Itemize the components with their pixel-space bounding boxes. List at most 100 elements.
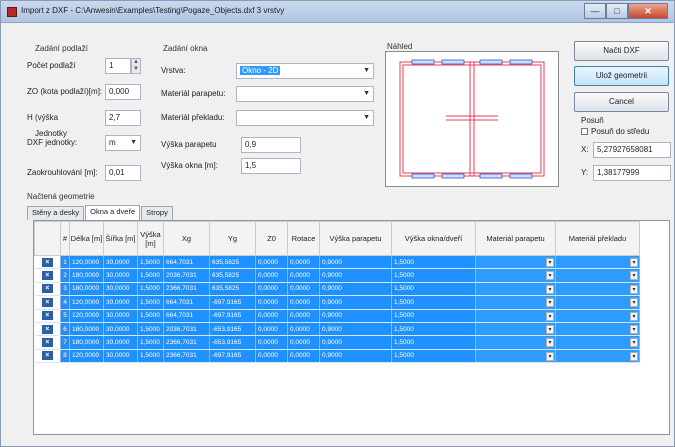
storey-count-spinner[interactable]: ▲ ▼ bbox=[131, 58, 141, 74]
table-cell[interactable]: 2366,7031 bbox=[163, 335, 210, 350]
rounding-input[interactable]: 0,01 bbox=[105, 165, 141, 181]
column-header[interactable]: Délka [m] bbox=[69, 221, 104, 256]
lintel-material-cell[interactable]: ▾ bbox=[555, 309, 640, 323]
column-header[interactable]: Materiál parapetu bbox=[475, 221, 556, 256]
table-cell[interactable]: 1,5000 bbox=[137, 322, 164, 337]
delete-row-icon[interactable]: × bbox=[41, 351, 53, 361]
chevron-down-icon[interactable]: ▾ bbox=[546, 298, 554, 308]
table-cell[interactable]: 0,0000 bbox=[287, 335, 320, 350]
lintel-material-cell[interactable]: ▾ bbox=[555, 282, 640, 297]
table-cell[interactable]: 1 bbox=[60, 255, 70, 270]
units-select[interactable]: m ▼ bbox=[105, 135, 141, 151]
table-row[interactable]: × 1 120,0000 30,0000 1,5000 664,7031 635,5825 0… bbox=[34, 255, 640, 270]
table-cell[interactable]: 5 bbox=[60, 309, 70, 323]
table-cell[interactable]: 664,7031 bbox=[163, 255, 210, 270]
shift-y-input[interactable]: 1,38177999 bbox=[593, 165, 671, 181]
parapet-material-select[interactable]: ▼ bbox=[236, 86, 374, 102]
table-cell[interactable]: 635,5825 bbox=[209, 255, 256, 270]
column-header[interactable]: # bbox=[60, 221, 70, 256]
close-button[interactable]: ✕ bbox=[628, 3, 668, 19]
delete-row-icon[interactable]: × bbox=[41, 271, 53, 281]
row-icon-cell[interactable]: × bbox=[34, 268, 61, 283]
table-cell[interactable]: 30,0000 bbox=[103, 322, 138, 337]
parapet-material-cell[interactable]: ▾ bbox=[475, 295, 556, 310]
chevron-down-icon[interactable]: ▾ bbox=[630, 338, 638, 348]
table-cell[interactable]: 2366,7031 bbox=[163, 282, 210, 297]
table-cell[interactable]: 1,5000 bbox=[391, 349, 476, 364]
delete-row-icon[interactable]: × bbox=[41, 284, 53, 294]
table-cell[interactable]: 180,0000 bbox=[69, 282, 104, 297]
table-cell[interactable]: 2 bbox=[60, 268, 70, 283]
table-cell[interactable]: 0,9000 bbox=[319, 309, 392, 323]
table-cell[interactable]: 635,5825 bbox=[209, 282, 256, 297]
table-cell[interactable]: 2036,7031 bbox=[163, 268, 210, 283]
delete-row-icon[interactable]: × bbox=[41, 257, 53, 267]
window-height-input[interactable]: 1,5 bbox=[241, 158, 301, 174]
table-cell[interactable]: 1,5000 bbox=[391, 295, 476, 310]
chevron-down-icon[interactable]: ▾ bbox=[630, 324, 638, 334]
parapet-material-cell[interactable]: ▾ bbox=[475, 309, 556, 323]
load-dxf-button[interactable]: Načti DXF bbox=[574, 41, 669, 61]
table-cell[interactable]: -697,9165 bbox=[209, 349, 256, 364]
table-cell[interactable]: 30,0000 bbox=[103, 268, 138, 283]
table-row[interactable]: × 4 120,0000 30,0000 1,5000 664,7031 -697,9165… bbox=[34, 295, 640, 310]
table-cell[interactable]: 664,7031 bbox=[163, 309, 210, 323]
table-cell[interactable]: 0,0000 bbox=[255, 295, 288, 310]
parapet-height-input[interactable]: 0,9 bbox=[241, 137, 301, 153]
chevron-down-icon[interactable]: ▾ bbox=[546, 271, 554, 281]
lintel-material-cell[interactable]: ▾ bbox=[555, 349, 640, 364]
table-cell[interactable]: 1,5000 bbox=[391, 322, 476, 337]
table-cell[interactable]: 180,0000 bbox=[69, 335, 104, 350]
table-cell[interactable]: 0,0000 bbox=[255, 282, 288, 297]
table-cell[interactable]: 1,5000 bbox=[391, 309, 476, 323]
chevron-down-icon[interactable]: ▾ bbox=[630, 258, 638, 267]
table-cell[interactable]: 0,9000 bbox=[319, 268, 392, 283]
row-icon-cell[interactable]: × bbox=[34, 282, 61, 297]
table-cell[interactable]: 0,0000 bbox=[287, 282, 320, 297]
parapet-material-cell[interactable]: ▾ bbox=[475, 322, 556, 337]
table-cell[interactable]: 180,0000 bbox=[69, 322, 104, 337]
minimize-button[interactable]: — bbox=[584, 3, 606, 19]
maximize-button[interactable]: □ bbox=[606, 3, 628, 19]
cancel-button[interactable]: Cancel bbox=[574, 92, 669, 112]
chevron-down-icon[interactable]: ▾ bbox=[546, 284, 554, 294]
parapet-material-cell[interactable]: ▾ bbox=[475, 255, 556, 270]
table-cell[interactable]: 0,0000 bbox=[287, 309, 320, 323]
table-cell[interactable]: 635,5825 bbox=[209, 268, 256, 283]
table-cell[interactable]: -653,9165 bbox=[209, 322, 256, 337]
column-header[interactable]: Materiál překladu bbox=[555, 221, 640, 256]
delete-row-icon[interactable]: × bbox=[41, 338, 53, 348]
column-header[interactable]: Xg bbox=[163, 221, 210, 256]
table-row[interactable]: × 8 120,0000 30,0000 1,5000 2366,7031 -697,916… bbox=[34, 349, 640, 364]
row-icon-cell[interactable]: × bbox=[34, 309, 61, 323]
delete-row-icon[interactable]: × bbox=[41, 324, 53, 334]
table-cell[interactable]: -697,9165 bbox=[209, 295, 256, 310]
table-cell[interactable]: 30,0000 bbox=[103, 309, 138, 323]
table-cell[interactable]: 0,0000 bbox=[287, 268, 320, 283]
lintel-material-cell[interactable]: ▾ bbox=[555, 255, 640, 270]
table-cell[interactable]: -697,9165 bbox=[209, 309, 256, 323]
lintel-material-cell[interactable]: ▾ bbox=[555, 335, 640, 350]
row-icon-cell[interactable]: × bbox=[34, 322, 61, 337]
chevron-down-icon[interactable]: ▾ bbox=[630, 351, 638, 361]
table-cell[interactable]: 1,5000 bbox=[137, 282, 164, 297]
table-cell[interactable]: 0,9000 bbox=[319, 282, 392, 297]
table-cell[interactable]: 0,9000 bbox=[319, 335, 392, 350]
table-cell[interactable]: 0,0000 bbox=[255, 322, 288, 337]
chevron-down-icon[interactable]: ▾ bbox=[630, 271, 638, 281]
chevron-down-icon[interactable]: ▾ bbox=[630, 298, 638, 308]
shift-to-center-checkbox[interactable] bbox=[581, 128, 588, 135]
storey-count-input[interactable]: 1 bbox=[105, 58, 131, 74]
parapet-material-cell[interactable]: ▾ bbox=[475, 335, 556, 350]
table-cell[interactable]: 1,5000 bbox=[391, 268, 476, 283]
table-cell[interactable]: 664,7031 bbox=[163, 295, 210, 310]
tab-windows-doors[interactable]: Okna a dveře bbox=[85, 205, 141, 220]
table-cell[interactable]: 120,0000 bbox=[69, 255, 104, 270]
load-geometry-button[interactable]: Ulož geometrii bbox=[574, 66, 669, 86]
table-cell[interactable]: 0,0000 bbox=[287, 349, 320, 364]
delete-row-icon[interactable]: × bbox=[41, 311, 53, 321]
table-cell[interactable]: 1,5000 bbox=[391, 255, 476, 270]
table-cell[interactable]: 120,0000 bbox=[69, 309, 104, 323]
layer-select[interactable]: Okno - 2D ▼ bbox=[236, 63, 374, 79]
table-cell[interactable]: 1,5000 bbox=[137, 268, 164, 283]
